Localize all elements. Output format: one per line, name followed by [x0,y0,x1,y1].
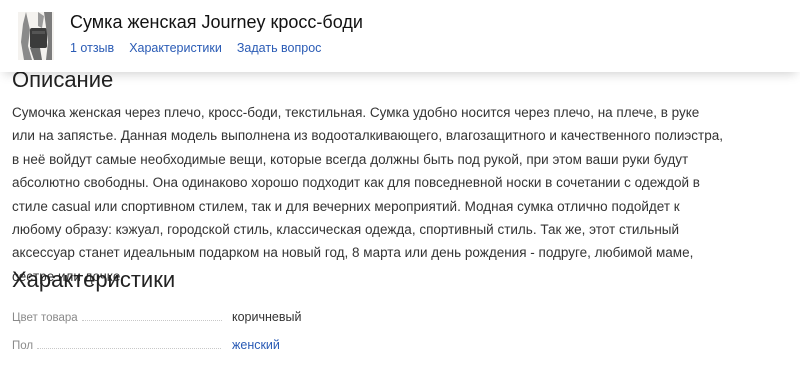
spec-row-gender: Пол женский [12,334,572,354]
description-text: Сумочка женская через плечо, кросс-боди,… [12,105,723,284]
product-thumbnail[interactable] [18,12,54,60]
spec-name: Пол [12,340,34,352]
header-links: 1 отзыв Характеристики Задать вопрос [70,41,321,55]
bag-image-icon [18,12,54,60]
spec-value: коричневый [232,310,302,324]
specs-heading: Характеристики [12,267,176,292]
ask-question-link[interactable]: Задать вопрос [237,41,322,55]
spec-name: Цвет товара [12,312,78,324]
product-page: Сумка женская Journey кросс-боди 1 отзыв… [0,0,800,369]
product-title: Сумка женская Journey кросс-боди [70,12,363,32]
reviews-link[interactable]: 1 отзыв [70,41,114,55]
spec-row-color: Цвет товара коричневый [12,306,572,326]
spec-dotted-leader [81,320,222,321]
spec-dotted-leader [37,348,222,349]
spec-value-link[interactable]: женский [232,338,280,352]
specs-link[interactable]: Характеристики [129,41,222,55]
product-header: Сумка женская Journey кросс-боди 1 отзыв… [0,0,800,72]
